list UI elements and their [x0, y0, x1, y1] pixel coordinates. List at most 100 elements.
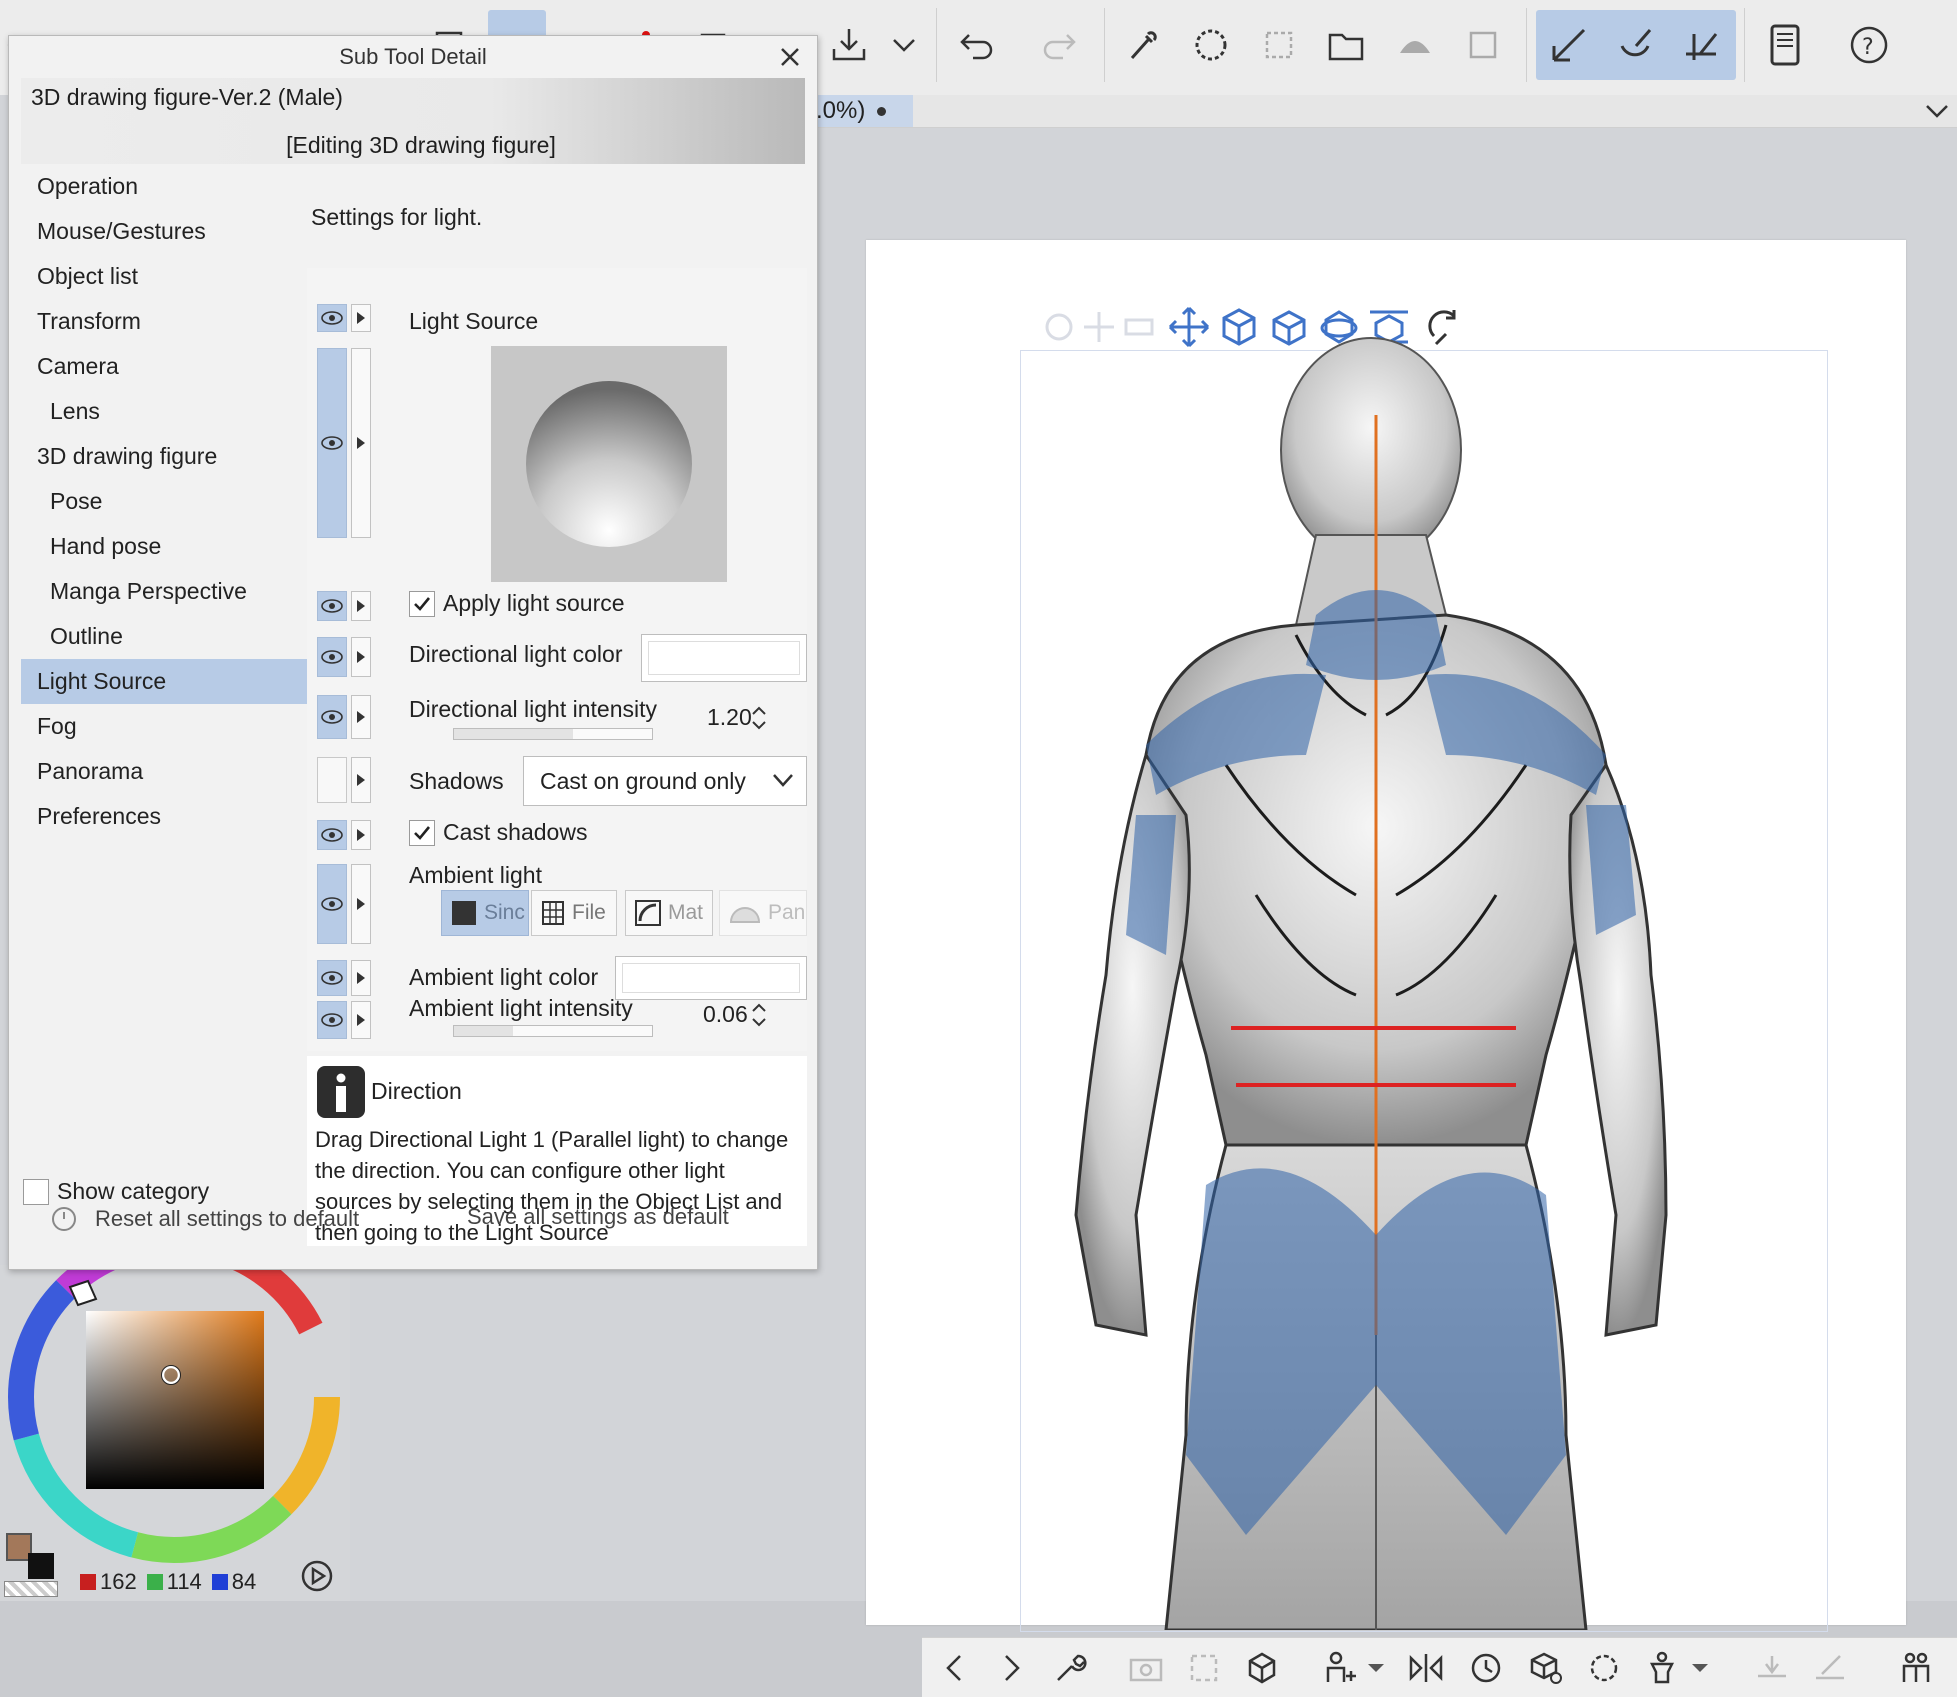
floor-icon[interactable]: [1748, 1644, 1796, 1692]
expand-triangle-icon[interactable]: [351, 864, 371, 944]
eye-icon[interactable]: [317, 864, 347, 944]
category-fog[interactable]: Fog: [21, 704, 311, 749]
eye-icon[interactable]: [317, 757, 347, 803]
figure-icon[interactable]: [1316, 1644, 1364, 1692]
crop-icon[interactable]: [1454, 10, 1512, 80]
category-3d-drawing-figure[interactable]: 3D drawing figure: [21, 434, 311, 479]
folder-icon[interactable]: [1318, 10, 1376, 80]
lasso-select-icon[interactable]: [1182, 10, 1240, 80]
mirror-icon[interactable]: [1402, 1644, 1450, 1692]
rotate-icon[interactable]: [1580, 1644, 1628, 1692]
eye-icon[interactable]: [317, 637, 347, 677]
camera-icon[interactable]: [1122, 1644, 1170, 1692]
eye-icon[interactable]: [317, 960, 347, 996]
color-wheel[interactable]: [0, 1265, 350, 1565]
help-icon[interactable]: ?: [1840, 10, 1898, 80]
category-pose[interactable]: Pose: [21, 479, 311, 524]
body-shape-icon[interactable]: [1638, 1644, 1686, 1692]
eye-icon[interactable]: [317, 304, 347, 332]
ambient-mode-single[interactable]: Sinc: [441, 890, 529, 936]
dir-intensity-value[interactable]: 1.20: [707, 704, 752, 731]
select-all-icon[interactable]: [1250, 10, 1308, 80]
dir-color-field[interactable]: [641, 634, 807, 682]
canvas-page[interactable]: [866, 240, 1906, 1632]
apply-light-checkbox[interactable]: [409, 590, 435, 617]
color-mode-play-icon[interactable]: [300, 1559, 334, 1593]
apply-light-option[interactable]: Apply light source: [409, 590, 625, 617]
info-title: Direction: [371, 1078, 462, 1104]
expand-triangle-icon[interactable]: [351, 960, 371, 996]
page-icon[interactable]: [1756, 10, 1814, 80]
body-dropdown-icon[interactable]: [1686, 1644, 1714, 1692]
category-operation[interactable]: Operation: [21, 164, 311, 209]
category-object-list[interactable]: Object list: [21, 254, 311, 299]
tool-mode: [Editing 3D drawing figure]: [286, 132, 556, 158]
eye-icon[interactable]: [317, 591, 347, 621]
eyedropper-icon[interactable]: [1114, 10, 1172, 80]
cast-shadows-option[interactable]: Cast shadows: [409, 819, 587, 846]
3d-object-icon[interactable]: [1238, 1644, 1286, 1692]
expand-triangle-icon[interactable]: [351, 820, 371, 850]
next-icon[interactable]: [988, 1644, 1036, 1692]
category-manga-perspective[interactable]: Manga Perspective: [21, 569, 311, 614]
transparent-color-swatch[interactable]: [4, 1581, 58, 1597]
fit-icon[interactable]: [1180, 1644, 1228, 1692]
ambient-intensity-spinner-icon[interactable]: [751, 1001, 767, 1029]
3d-drawing-figure[interactable]: [1026, 335, 1786, 1630]
prev-icon[interactable]: [930, 1644, 978, 1692]
eye-icon[interactable]: [317, 348, 347, 538]
category-preferences[interactable]: Preferences: [21, 794, 311, 839]
expand-triangle-icon[interactable]: [351, 591, 371, 621]
ambient-intensity-slider[interactable]: [453, 1025, 653, 1037]
import-icon[interactable]: [820, 10, 878, 80]
document-tab[interactable]: .0%): [810, 95, 913, 127]
fill-icon[interactable]: [1386, 10, 1444, 80]
undo-icon[interactable]: [948, 10, 1006, 80]
reset-button[interactable]: Reset all settings to default: [49, 1204, 359, 1234]
sub-color-swatch[interactable]: [28, 1553, 54, 1579]
ambient-mode-file[interactable]: File: [531, 890, 617, 936]
shadows-select[interactable]: Cast on ground only: [523, 756, 807, 806]
3d-cube-icon[interactable]: [1522, 1644, 1570, 1692]
expand-triangle-icon[interactable]: [351, 637, 371, 677]
category-hand-pose[interactable]: Hand pose: [21, 524, 311, 569]
category-panorama[interactable]: Panorama: [21, 749, 311, 794]
expand-triangle-icon[interactable]: [351, 304, 371, 332]
expand-triangle-icon[interactable]: [351, 348, 371, 538]
expand-triangle-icon[interactable]: [351, 757, 371, 803]
expand-triangle-icon[interactable]: [351, 695, 371, 739]
category-lens[interactable]: Lens: [21, 389, 311, 434]
figure-dropdown-icon[interactable]: [1362, 1644, 1390, 1692]
category-light-source[interactable]: Light Source: [21, 659, 311, 704]
ruler-icon[interactable]: [1672, 10, 1730, 80]
cast-shadows-checkbox[interactable]: [409, 819, 435, 846]
ambient-color-field[interactable]: [615, 956, 807, 1000]
category-mouse-gestures[interactable]: Mouse/Gestures: [21, 209, 311, 254]
eye-icon[interactable]: [317, 820, 347, 850]
brush-stroke-icon[interactable]: [1606, 10, 1664, 80]
ambient-mode-material[interactable]: Mat: [625, 890, 713, 936]
redo-icon[interactable]: [1030, 10, 1088, 80]
brush-ground-icon[interactable]: [1806, 1644, 1854, 1692]
close-icon[interactable]: [777, 44, 803, 70]
import-dropdown-icon[interactable]: [876, 10, 932, 80]
figure-head: [1280, 337, 1462, 563]
ambient-mode-panorama[interactable]: Pan: [719, 890, 807, 936]
dir-intensity-spinner-icon[interactable]: [751, 704, 767, 732]
ambient-intensity-value[interactable]: 0.06: [703, 1001, 748, 1028]
light-direction-preview[interactable]: [491, 346, 727, 582]
eye-icon[interactable]: [317, 1001, 347, 1039]
character-icon[interactable]: [1892, 1644, 1940, 1692]
category-outline[interactable]: Outline: [21, 614, 311, 659]
tab-list-chevron-icon[interactable]: [1917, 95, 1957, 127]
dir-intensity-slider[interactable]: [453, 728, 653, 740]
wrench-icon[interactable]: [1046, 1644, 1094, 1692]
panel-footer: Reset all settings to default Save all s…: [9, 1196, 817, 1266]
eye-icon[interactable]: [317, 695, 347, 739]
expand-triangle-icon[interactable]: [351, 1001, 371, 1039]
save-defaults-button[interactable]: Save all settings as default: [467, 1204, 729, 1230]
category-camera[interactable]: Camera: [21, 344, 311, 389]
pose-history-icon[interactable]: [1462, 1644, 1510, 1692]
category-transform[interactable]: Transform: [21, 299, 311, 344]
pen-icon[interactable]: [1540, 10, 1598, 80]
